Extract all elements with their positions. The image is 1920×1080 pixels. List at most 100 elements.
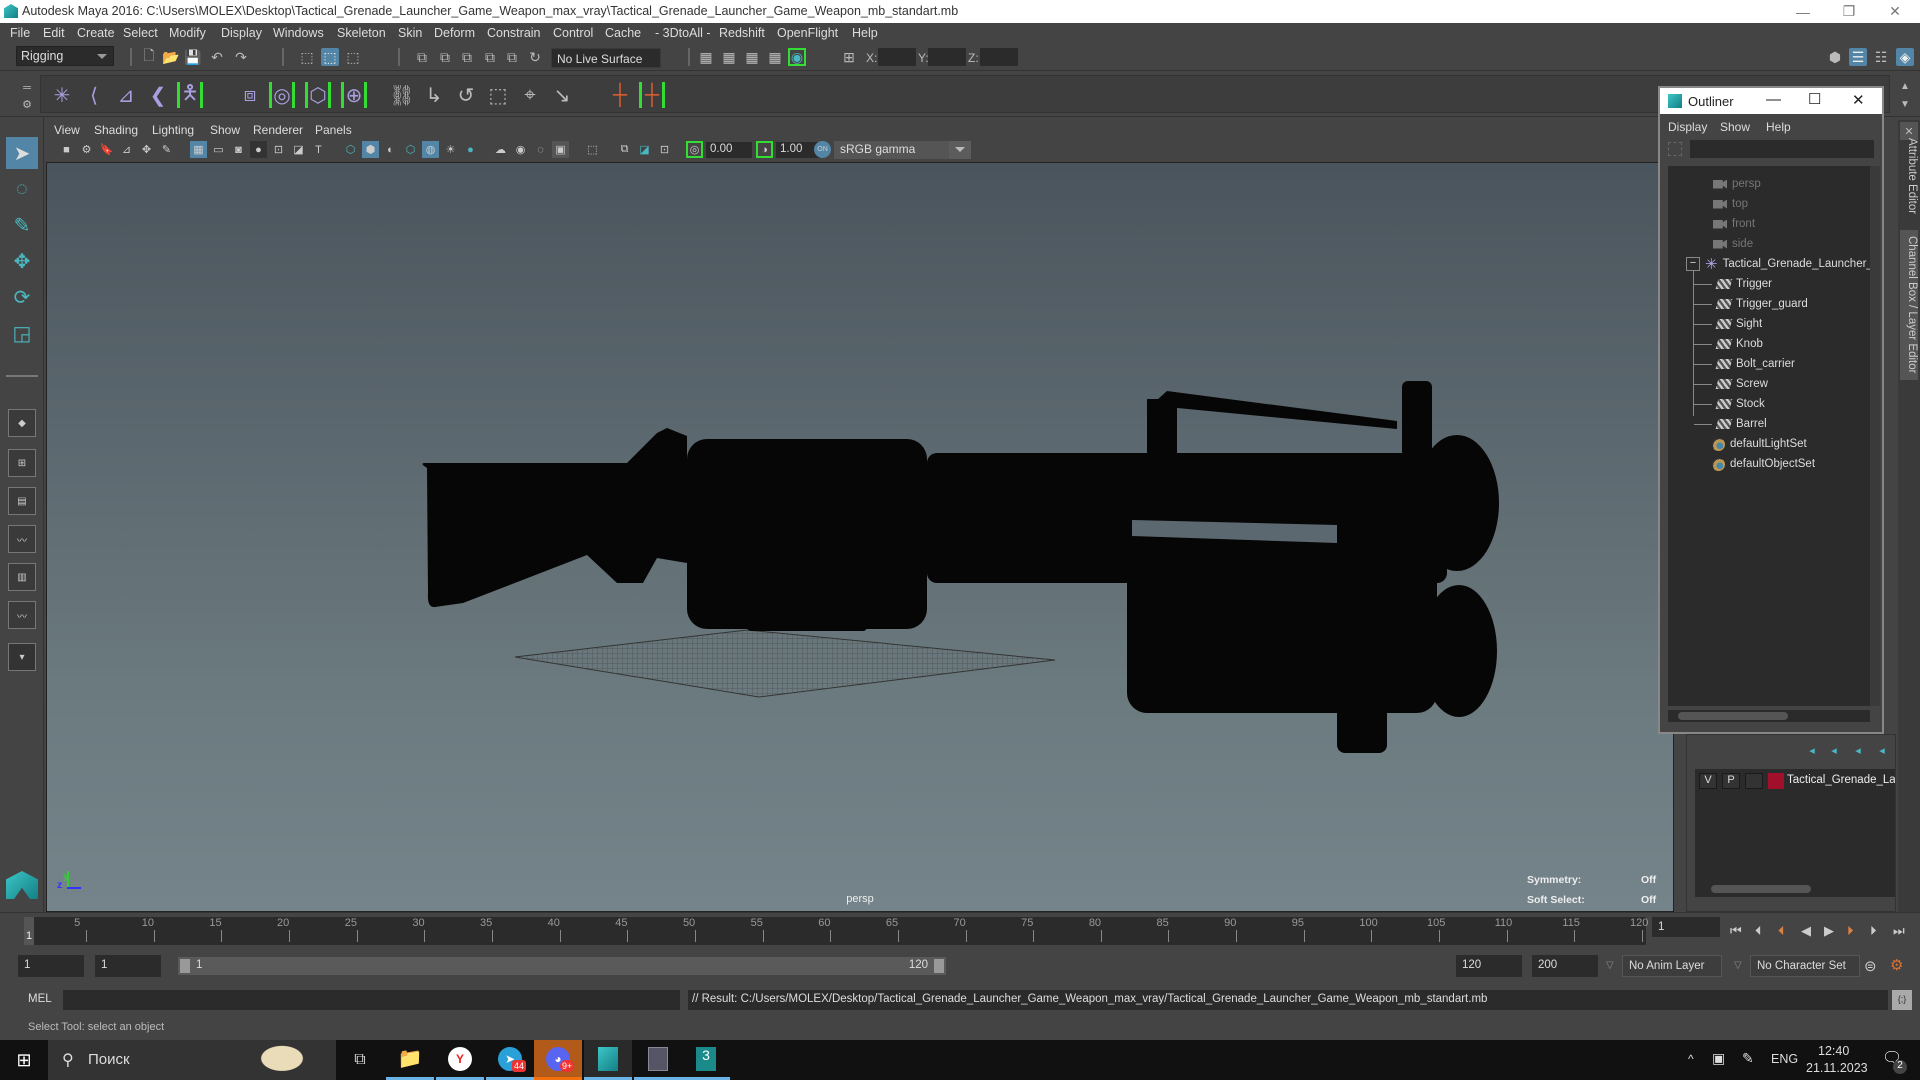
animation-start-field[interactable]: 1 [18, 955, 84, 977]
gamma-icon[interactable]: ◑ [756, 141, 773, 158]
use-all-lights-icon[interactable]: ☀ [442, 141, 459, 158]
wireframe-on-shaded-icon[interactable]: ◐ [382, 141, 399, 158]
layer-display-type-toggle[interactable] [1745, 773, 1763, 789]
xray-active-icon[interactable]: ◪ [636, 141, 653, 158]
camera-attributes-icon[interactable]: ⚙ [78, 141, 95, 158]
layer-visibility-toggle[interactable]: V [1699, 773, 1717, 789]
safe-title-icon[interactable]: T [310, 141, 327, 158]
xray-icon[interactable]: ⬡ [402, 141, 419, 158]
outliner-menu-display[interactable]: Display [1668, 120, 1707, 134]
language-indicator[interactable]: ENG [1771, 1052, 1798, 1066]
outliner-close-button[interactable]: ✕ [1852, 91, 1865, 109]
y-field[interactable] [928, 48, 966, 66]
step-back-frame-button[interactable]: ⏴ [1778, 923, 1785, 939]
move-layer-down-icon[interactable]: ◂ [1825, 741, 1843, 759]
smooth-shade-icon[interactable]: ⬢ [362, 141, 379, 158]
menu-openflight[interactable]: OpenFlight [777, 26, 838, 40]
outliner-horizontal-scrollbar[interactable] [1668, 710, 1870, 722]
cluster-icon[interactable]: ⊕ [341, 82, 367, 108]
menu-modify[interactable]: Modify [169, 26, 206, 40]
menu-help[interactable]: Help [852, 26, 878, 40]
scroll-thumb[interactable] [1678, 712, 1788, 720]
panel-menu-shading[interactable]: Shading [94, 123, 138, 137]
menu-file[interactable]: File [10, 26, 30, 40]
joint-tool-icon[interactable]: ✳ [49, 82, 75, 108]
select-hierarchy-icon[interactable]: ⬚ [298, 48, 316, 66]
bind-skin-icon[interactable]: 🯅 [177, 82, 203, 108]
scroll-thumb[interactable] [1711, 885, 1811, 893]
command-input[interactable] [63, 990, 680, 1010]
menu-edit[interactable]: Edit [43, 26, 65, 40]
exposure-icon[interactable]: ◎ [686, 141, 703, 158]
taskbar-yandex-browser[interactable]: Y [436, 1040, 484, 1080]
outliner-vertical-scrollbar[interactable] [1870, 166, 1880, 706]
outliner-minimize-button[interactable]: — [1766, 91, 1781, 108]
gate-mask-icon[interactable]: ● [250, 141, 267, 158]
range-end-handle[interactable] [934, 959, 944, 973]
new-layer-selected-icon[interactable]: ◂ [1873, 741, 1891, 759]
outliner-maximize-button[interactable]: ☐ [1808, 90, 1821, 108]
channel-box-toggle-icon[interactable]: ◈ [1896, 48, 1914, 66]
snap-live-icon[interactable]: ⧉ [503, 48, 521, 66]
attribute-editor-toggle-icon[interactable]: ☰ [1849, 48, 1867, 66]
point-constraint-icon[interactable]: ↳ [421, 82, 447, 108]
outliner-item-default-light-set[interactable]: defaultLightSet [1712, 434, 1807, 454]
clock-date[interactable]: 21.11.2023 [1806, 1061, 1868, 1075]
shadows-icon[interactable]: ● [462, 141, 479, 158]
panel-menu-show[interactable]: Show [210, 123, 240, 137]
ik-spline-icon[interactable]: ⊿ [113, 82, 139, 108]
modeling-toolkit-icon[interactable]: ⬢ [1826, 48, 1844, 66]
character-set-dropdown[interactable]: No Character Set [1750, 955, 1860, 977]
step-forward-key-button[interactable]: ⏵ [1870, 923, 1877, 939]
anim-layer-dropdown[interactable]: No Anim Layer [1622, 955, 1722, 977]
menu-redshift[interactable]: Redshift [719, 26, 765, 40]
bookmark-icon[interactable]: 🔖 [98, 141, 115, 158]
new-layer-icon[interactable]: ◂ [1849, 741, 1867, 759]
snap-together-icon[interactable]: ↻ [526, 48, 544, 66]
hypershade-persp-layout-icon[interactable]: ▥ [8, 563, 36, 591]
open-scene-icon[interactable]: 📂 [162, 48, 180, 66]
close-button[interactable]: ✕ [1872, 0, 1918, 23]
animation-end-field[interactable]: 200 [1532, 955, 1598, 977]
filter-icon[interactable] [1668, 142, 1682, 156]
menu-set-dropdown[interactable]: Rigging [16, 46, 114, 66]
snap-curve-icon[interactable]: ⧉ [436, 48, 454, 66]
snap-grid-icon[interactable]: ⧉ [413, 48, 431, 66]
auto-key-icon[interactable]: ⊜ [1864, 957, 1877, 975]
lasso-tool-icon[interactable]: ◌ [6, 173, 38, 205]
wireframe-icon[interactable]: ⬡ [342, 141, 359, 158]
outliner-item-persp[interactable]: persp [1713, 174, 1761, 194]
step-forward-frame-button[interactable]: ⏵ [1847, 923, 1854, 939]
camera-select-icon[interactable]: ■ [58, 141, 75, 158]
menu-create[interactable]: Create [77, 26, 115, 40]
breakdown-key-icon[interactable]: ┼ [639, 82, 665, 108]
clock-time[interactable]: 12:40 [1818, 1044, 1849, 1058]
pen-icon[interactable]: ✎ [1742, 1050, 1754, 1067]
input-mode-icon[interactable]: ⊞ [840, 48, 858, 66]
menu-select[interactable]: Select [123, 26, 158, 40]
restore-button[interactable]: ❐ [1826, 0, 1872, 23]
taskbar-app-2[interactable] [634, 1040, 682, 1080]
four-view-layout-icon[interactable]: ⊞ [8, 449, 36, 477]
ik-handle-icon[interactable]: ⟨ [81, 82, 107, 108]
ipr-render-icon[interactable]: ▦ [743, 48, 761, 66]
play-forwards-button[interactable]: ▶ [1824, 923, 1834, 939]
menu-skeleton[interactable]: Skeleton [337, 26, 386, 40]
save-scene-icon[interactable]: 💾 [184, 48, 202, 66]
heads-up-icon[interactable]: ⊡ [656, 141, 673, 158]
outliner-item-knob[interactable]: Knob [1694, 334, 1763, 354]
outliner-item-default-object-set[interactable]: defaultObjectSet [1712, 454, 1815, 474]
select-tool-icon[interactable]: ➤ [6, 137, 38, 169]
field-chart-icon[interactable]: ⊡ [270, 141, 287, 158]
snap-point-icon[interactable]: ⧉ [458, 48, 476, 66]
isolate-select-icon[interactable]: ⬚ [584, 141, 601, 158]
search-box[interactable]: ⚲ Поиск [48, 1040, 336, 1080]
task-view-button[interactable]: ⧉ [336, 1040, 384, 1080]
z-field[interactable] [980, 48, 1018, 66]
insert-joint-icon[interactable]: ❮ [145, 82, 171, 108]
shelf-settings-icon[interactable]: ⚙ [18, 95, 36, 113]
menu-3dtoall[interactable]: - 3DtoAll - [655, 26, 711, 40]
tab-channel-box-layer-editor[interactable]: Channel Box / Layer Editor [1900, 230, 1918, 380]
layout-more-icon[interactable]: ▾ [8, 643, 36, 671]
new-scene-icon[interactable]: 🗋 [140, 47, 158, 66]
